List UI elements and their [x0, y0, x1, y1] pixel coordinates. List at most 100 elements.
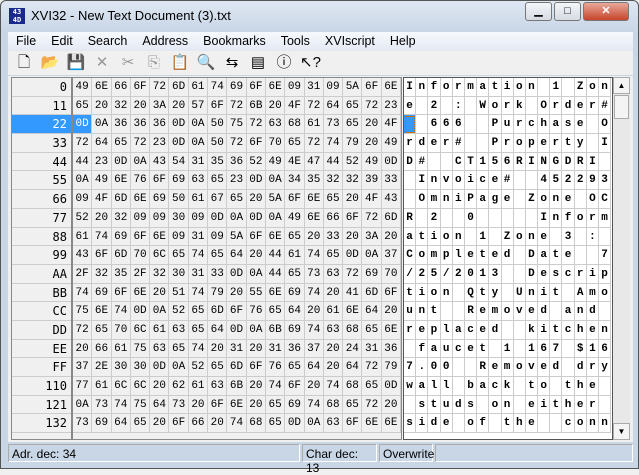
hex-byte[interactable]: 6E	[111, 171, 131, 191]
text-char[interactable]	[513, 264, 526, 284]
text-char[interactable]: 0	[464, 264, 478, 284]
hex-byte[interactable]: 36	[381, 339, 401, 359]
text-char[interactable]	[477, 134, 490, 153]
hex-byte[interactable]: 20	[73, 339, 93, 359]
text-char[interactable]: c	[489, 377, 502, 396]
hex-byte[interactable]: 4F	[92, 190, 112, 209]
hex-byte[interactable]: 20	[381, 302, 401, 321]
text-char[interactable]: e	[489, 246, 502, 265]
text-char[interactable]: 1	[477, 264, 490, 284]
hex-byte[interactable]: 43	[150, 152, 170, 172]
text-char[interactable]: 1	[586, 339, 599, 359]
text-char[interactable]: s	[404, 414, 417, 434]
text-char[interactable]	[452, 414, 465, 434]
hex-byte[interactable]: 65	[323, 246, 344, 265]
text-char[interactable]: 6	[538, 339, 551, 359]
hex-byte[interactable]: 0D	[208, 208, 228, 228]
text-char[interactable]: A	[574, 283, 587, 303]
text-char[interactable]: 0	[440, 358, 453, 377]
hex-byte[interactable]: 62	[169, 377, 189, 396]
text-char[interactable]: v	[525, 358, 539, 377]
text-char[interactable]: 3	[562, 227, 575, 247]
hex-byte[interactable]: 63	[169, 320, 189, 340]
text-char[interactable]	[416, 96, 429, 116]
text-char[interactable]: /	[404, 264, 417, 284]
hex-byte[interactable]: 34	[285, 171, 305, 191]
text-char[interactable]: t	[525, 377, 539, 396]
hex-byte[interactable]: 75	[73, 302, 93, 321]
text-char[interactable]: n	[599, 320, 612, 340]
text-char[interactable]: 7	[404, 358, 417, 377]
hex-byte[interactable]: 20	[246, 190, 266, 209]
hex-byte[interactable]: 63	[188, 171, 209, 191]
text-char[interactable]: t	[550, 395, 563, 415]
text-char[interactable]	[513, 246, 526, 265]
text-char[interactable]: e	[574, 115, 587, 135]
text-char[interactable]	[477, 208, 490, 228]
text-char[interactable]: I	[599, 134, 612, 153]
hex-byte[interactable]: 0D	[111, 152, 131, 172]
text-char[interactable]	[574, 227, 587, 247]
text-char[interactable]: o	[440, 78, 453, 97]
text-char[interactable]: a	[477, 190, 490, 209]
text-char[interactable]: 4	[538, 171, 551, 191]
hex-byte[interactable]: 2E	[92, 358, 112, 377]
hex-byte[interactable]: 0D	[343, 246, 363, 265]
hex-byte[interactable]: 72	[227, 134, 247, 153]
text-char[interactable]	[501, 264, 514, 284]
text-char[interactable]: m	[501, 358, 514, 377]
hex-byte[interactable]: 74	[304, 395, 324, 415]
hex-byte[interactable]: 6F	[169, 414, 189, 434]
text-char[interactable]: e	[464, 246, 478, 265]
text-char[interactable]: a	[562, 302, 575, 321]
hex-byte[interactable]: 0A	[246, 264, 266, 284]
text-char[interactable]: n	[586, 414, 599, 434]
text-char[interactable]: v	[440, 171, 453, 191]
text-char[interactable]: 2	[416, 264, 429, 284]
hex-byte[interactable]: 32	[92, 264, 112, 284]
text-char[interactable]: m	[464, 78, 478, 97]
text-char[interactable]: Z	[574, 78, 587, 97]
text-char[interactable]: i	[452, 190, 465, 209]
text-char[interactable]	[440, 96, 453, 116]
hex-byte[interactable]: 32	[323, 171, 344, 191]
text-char[interactable]: c	[562, 264, 575, 284]
text-char[interactable]: 0	[428, 358, 441, 377]
hex-byte[interactable]: 09	[150, 208, 170, 228]
hex-byte[interactable]: 39	[362, 171, 382, 191]
hex-byte[interactable]: 37	[304, 339, 324, 359]
hex-byte[interactable]: 65	[188, 302, 209, 321]
hex-byte[interactable]: 72	[130, 134, 151, 153]
text-char[interactable]: m	[428, 246, 441, 265]
text-char[interactable]: r	[513, 115, 526, 135]
text-pane[interactable]: Information1Zone 2 : Work Or d e r #6 6 6 Pu r c h…	[403, 77, 613, 440]
hex-byte[interactable]: 09	[285, 78, 305, 97]
hex-byte[interactable]: 33	[323, 227, 344, 247]
hex-byte[interactable]: 72	[362, 395, 382, 415]
hex-byte[interactable]: 50	[208, 134, 228, 153]
open-icon[interactable]: 📂	[40, 53, 60, 73]
text-char[interactable]: t	[501, 414, 514, 434]
hex-byte[interactable]: 5A	[265, 190, 286, 209]
hex-byte[interactable]: 6F	[343, 414, 363, 434]
hex-byte[interactable]: 51	[169, 283, 189, 303]
scroll-down-button[interactable]: ▼	[613, 423, 630, 440]
hex-byte[interactable]: 0D	[227, 264, 247, 284]
text-char[interactable]	[501, 320, 514, 340]
text-char[interactable]: e	[574, 395, 587, 415]
text-char[interactable]: e	[562, 246, 575, 265]
hex-byte[interactable]: 66	[111, 78, 131, 97]
text-char[interactable]: 3	[489, 264, 502, 284]
text-char[interactable]: d	[562, 96, 575, 116]
hex-byte[interactable]: 75	[130, 339, 151, 359]
text-char[interactable]	[404, 339, 417, 359]
hex-byte[interactable]: 72	[73, 134, 93, 153]
hex-byte[interactable]: 6C	[130, 377, 151, 396]
hex-byte[interactable]: 44	[265, 264, 286, 284]
hex-byte[interactable]: 36	[130, 115, 151, 135]
text-char[interactable]: .	[416, 358, 429, 377]
hex-byte[interactable]: 63	[323, 414, 344, 434]
text-char[interactable]: t	[477, 283, 490, 303]
hex-byte[interactable]: 65	[208, 246, 228, 265]
text-char[interactable]: r	[586, 96, 599, 116]
